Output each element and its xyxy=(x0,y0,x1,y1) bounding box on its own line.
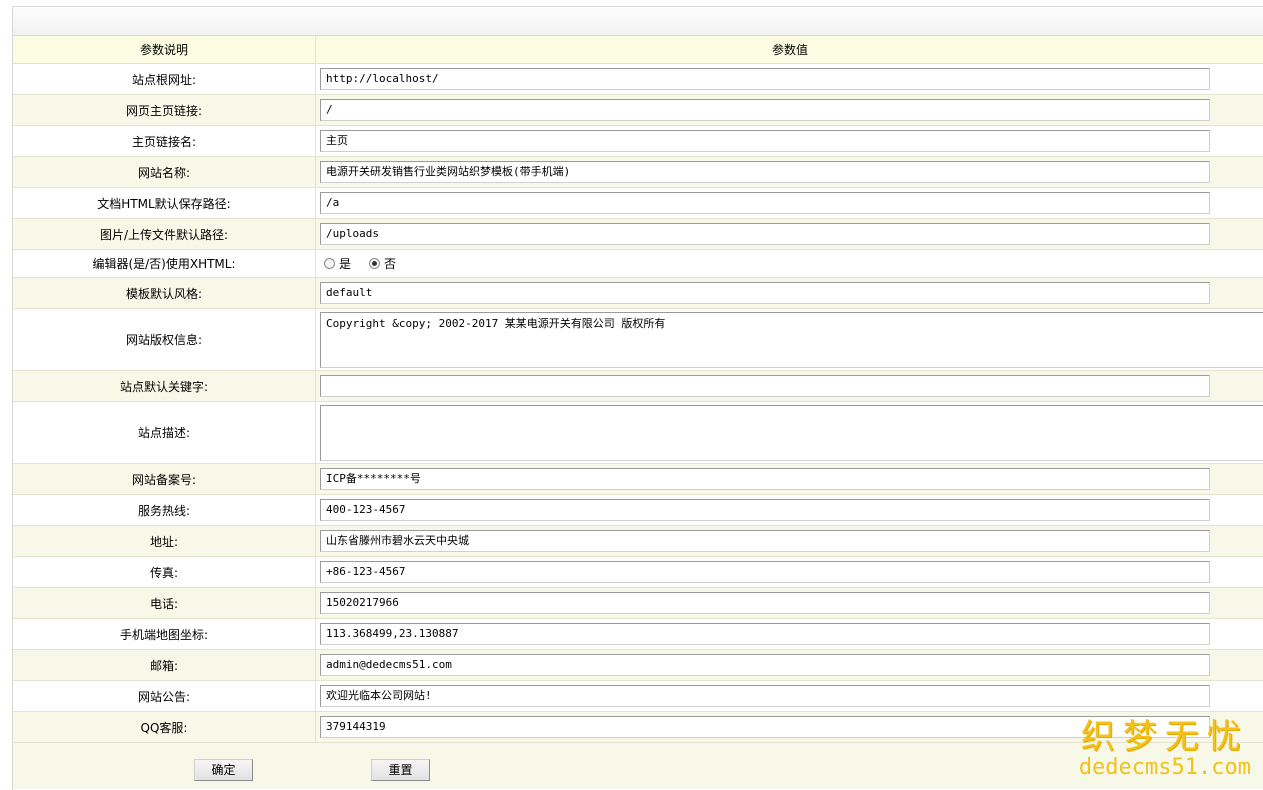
field-label: 站点根网址: xyxy=(13,63,316,95)
announcement-input[interactable]: 欢迎光临本公司网站! xyxy=(320,685,1210,707)
column-header-label: 参数说明 xyxy=(13,36,316,64)
html-save-path-input[interactable]: /a xyxy=(320,192,1210,214)
field-label: QQ客服: xyxy=(13,711,316,743)
field-label: 电话: xyxy=(13,587,316,619)
map-coordinates-input[interactable]: 113.368499,23.130887 xyxy=(320,623,1210,645)
field-label: 服务热线: xyxy=(13,494,316,526)
field-label: 地址: xyxy=(13,525,316,557)
field-label: 站点描述: xyxy=(13,401,316,464)
phone-input[interactable]: 15020217966 xyxy=(320,592,1210,614)
reset-button[interactable]: 重置 xyxy=(371,759,430,781)
xhtml-radio-group: 是 否 xyxy=(320,255,1263,272)
icp-input[interactable]: ICP备********号 xyxy=(320,468,1210,490)
table-row: 邮箱: admin@dedecms51.com xyxy=(13,649,1263,681)
field-label: 邮箱: xyxy=(13,649,316,681)
table-row: QQ客服: 379144319 xyxy=(13,711,1263,743)
copyright-textarea[interactable]: Copyright &copy; 2002-2017 某某电源开关有限公司 版权… xyxy=(320,311,1263,368)
submit-button[interactable]: 确定 xyxy=(194,759,253,781)
radio-yes[interactable] xyxy=(324,258,335,269)
column-header-value: 参数值 xyxy=(315,36,1263,64)
email-input[interactable]: admin@dedecms51.com xyxy=(320,654,1210,676)
table-row: 地址: 山东省滕州市碧水云天中央城 xyxy=(13,525,1263,557)
field-label: 图片/上传文件默认路径: xyxy=(13,218,316,250)
site-root-url-input[interactable]: http://localhost/ xyxy=(320,68,1210,90)
radio-no-label[interactable]: 否 xyxy=(384,255,396,272)
fax-input[interactable]: +86-123-4567 xyxy=(320,561,1210,583)
upload-path-input[interactable]: /uploads xyxy=(320,223,1210,245)
table-row: 站点默认关键字: xyxy=(13,370,1263,402)
field-label: 站点默认关键字: xyxy=(13,370,316,402)
field-label: 编辑器(是/否)使用XHTML: xyxy=(13,249,316,278)
table-row: 模板默认风格: default xyxy=(13,277,1263,309)
table-row: 传真: +86-123-4567 xyxy=(13,556,1263,588)
field-label: 手机端地图坐标: xyxy=(13,618,316,650)
config-panel: 参数说明 参数值 站点根网址: http://localhost/ 网页主页链接… xyxy=(12,6,1263,790)
panel-title-bar xyxy=(13,7,1263,36)
table-row: 主页链接名: 主页 xyxy=(13,125,1263,157)
table-row: 文档HTML默认保存路径: /a xyxy=(13,187,1263,219)
table-row: 站点描述: xyxy=(13,401,1263,464)
table-row: 网站版权信息: Copyright &copy; 2002-2017 某某电源开… xyxy=(13,308,1263,371)
field-label: 文档HTML默认保存路径: xyxy=(13,187,316,219)
table-row: 编辑器(是/否)使用XHTML: 是 否 xyxy=(13,249,1263,278)
hotline-input[interactable]: 400-123-4567 xyxy=(320,499,1210,521)
field-label: 网站版权信息: xyxy=(13,308,316,371)
config-table: 参数说明 参数值 站点根网址: http://localhost/ 网页主页链接… xyxy=(13,36,1263,789)
keywords-input[interactable] xyxy=(320,375,1210,397)
table-row: 网页主页链接: / xyxy=(13,94,1263,126)
field-label: 模板默认风格: xyxy=(13,277,316,309)
field-label: 主页链接名: xyxy=(13,125,316,157)
radio-yes-label[interactable]: 是 xyxy=(339,255,351,272)
table-row: 网站名称: 电源开关研发销售行业类网站织梦模板(带手机端) xyxy=(13,156,1263,188)
table-row: 服务热线: 400-123-4567 xyxy=(13,494,1263,526)
field-label: 传真: xyxy=(13,556,316,588)
address-input[interactable]: 山东省滕州市碧水云天中央城 xyxy=(320,530,1210,552)
home-link-input[interactable]: / xyxy=(320,99,1210,121)
qq-service-input[interactable]: 379144319 xyxy=(320,716,1210,738)
table-row: 网站备案号: ICP备********号 xyxy=(13,463,1263,495)
table-row: 图片/上传文件默认路径: /uploads xyxy=(13,218,1263,250)
description-textarea[interactable] xyxy=(320,404,1263,461)
field-label: 网站公告: xyxy=(13,680,316,712)
site-name-input[interactable]: 电源开关研发销售行业类网站织梦模板(带手机端) xyxy=(320,161,1210,183)
table-row: 手机端地图坐标: 113.368499,23.130887 xyxy=(13,618,1263,650)
table-row: 网站公告: 欢迎光临本公司网站! xyxy=(13,680,1263,712)
field-label: 网页主页链接: xyxy=(13,94,316,126)
field-label: 网站名称: xyxy=(13,156,316,188)
home-link-name-input[interactable]: 主页 xyxy=(320,130,1210,152)
table-row: 电话: 15020217966 xyxy=(13,587,1263,619)
field-label: 网站备案号: xyxy=(13,463,316,495)
template-style-input[interactable]: default xyxy=(320,282,1210,304)
table-row: 站点根网址: http://localhost/ xyxy=(13,63,1263,95)
radio-no[interactable] xyxy=(369,258,381,269)
